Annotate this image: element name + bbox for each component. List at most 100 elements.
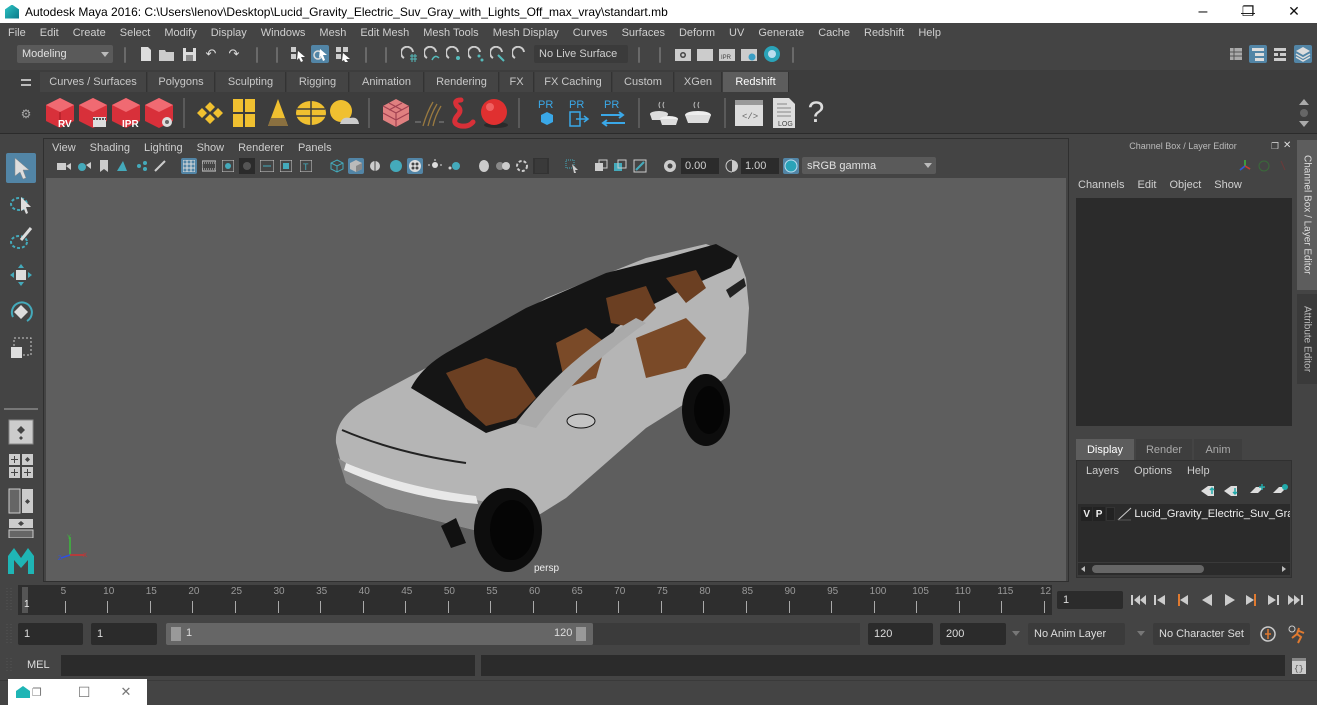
edit-menu[interactable]: Edit [1137,179,1156,191]
hypershade-icon[interactable] [763,45,781,63]
object-menu[interactable]: Object [1169,179,1201,191]
new-scene-icon[interactable] [137,45,155,63]
menu-create[interactable]: Create [73,27,106,39]
rs-script-editor-icon[interactable]: </> [733,96,765,130]
go-to-start-icon[interactable] [1131,595,1146,605]
minimize-icon[interactable]: – [1180,0,1226,23]
exposure-icon[interactable] [662,158,678,174]
four-view-layout-icon[interactable] [6,451,36,481]
snap-grid-icon[interactable] [400,45,418,63]
close-button[interactable]: ✕ [1271,0,1317,23]
rs-bake-icon[interactable] [648,96,680,130]
character-set-dropdown[interactable]: No Character Set [1153,623,1250,645]
playback-end-field[interactable]: 120 [868,623,933,645]
car-model[interactable] [46,178,1066,581]
step-forward-frame-icon[interactable] [1246,594,1256,606]
move-layer-up-icon[interactable] [1200,485,1218,497]
auto-key-icon[interactable] [1259,625,1277,643]
xray-joints-icon[interactable] [593,158,609,174]
menu-edit[interactable]: Edit [40,27,59,39]
backface-culling-icon[interactable] [632,158,648,174]
select-object-icon[interactable] [311,45,329,63]
channel-box-toggle-icon[interactable] [1294,45,1312,63]
menu-cache[interactable]: Cache [818,27,850,39]
rs-help-icon[interactable]: ? [800,96,832,130]
step-back-frame-icon[interactable] [1178,594,1188,606]
menu-mesh-display[interactable]: Mesh Display [493,27,559,39]
menu-edit-mesh[interactable]: Edit Mesh [360,27,409,39]
safe-title-icon[interactable]: T [298,158,314,174]
save-scene-icon[interactable] [180,45,198,63]
open-scene-icon[interactable] [158,45,176,63]
play-backward-icon[interactable] [1202,594,1212,606]
layer-playback-toggle[interactable]: P [1093,507,1105,521]
scroll-right-icon[interactable] [1282,566,1286,572]
persp-graph-layout-icon[interactable] [6,518,36,538]
rs-bake-set-icon[interactable] [682,96,714,130]
textured-icon[interactable] [388,158,404,174]
range-slider[interactable]: 1 120 [166,623,593,645]
lasso-tool-icon[interactable] [6,189,36,219]
field-chart-icon[interactable] [259,158,275,174]
film-gate-icon[interactable] [201,158,217,174]
float-panel-icon[interactable]: ❐ [1271,141,1281,151]
menu-display[interactable]: Display [211,27,247,39]
script-editor-icon[interactable]: {} [1291,657,1307,675]
time-slider[interactable]: 1 5 10 15 20 25 30 35 40 45 50 55 60 65 70 75 80 85 90 95 1… [18,585,1052,615]
ipr-render-icon[interactable]: IPR [718,45,736,63]
grease-pencil-icon[interactable] [152,158,168,174]
viewport-menu-lighting[interactable]: Lighting [144,142,183,154]
shelf-tab-animation[interactable]: Animation [350,72,424,92]
snap-curve-icon[interactable] [423,45,441,63]
menu-curves[interactable]: Curves [573,27,608,39]
rs-render-settings-icon[interactable] [143,96,175,130]
manipulator-icons[interactable] [1237,158,1291,174]
undo-icon[interactable]: ↶ [202,45,220,63]
menu-windows[interactable]: Windows [261,27,306,39]
menu-file[interactable]: File [8,27,26,39]
bookmark-icon[interactable] [96,158,112,174]
rs-render-view-icon[interactable]: RV [44,96,76,130]
paint-select-tool-icon[interactable] [6,224,36,254]
show-menu[interactable]: Show [1214,179,1242,191]
channel-list[interactable] [1076,198,1292,426]
resolution-gate-icon[interactable] [220,158,236,174]
layer-color-swatch[interactable] [1117,507,1132,521]
menu-generate[interactable]: Generate [758,27,804,39]
color-management-icon[interactable] [783,158,799,174]
command-line-handle[interactable] [4,656,14,674]
animation-start-field[interactable]: 1 [18,623,83,645]
xray-active-icon[interactable] [612,158,628,174]
snap-view-plane-icon[interactable] [467,45,485,63]
menu-surfaces[interactable]: Surfaces [622,27,665,39]
shelf-tab-rendering[interactable]: Rendering [425,72,499,92]
layer-name[interactable]: Lucid_Gravity_Electric_Suv_Gray [1134,508,1290,520]
grid-toggle-icon[interactable] [181,158,197,174]
layer-tab-anim[interactable]: Anim [1194,439,1242,460]
rs-pr-import-icon[interactable]: PR [562,96,594,130]
restore-button[interactable]: ❐ [32,686,42,699]
safe-action-icon[interactable] [278,158,294,174]
rs-pr-convert-icon[interactable]: PR [597,96,629,130]
command-input[interactable] [61,655,475,676]
menu-select[interactable]: Select [120,27,151,39]
animation-end-field[interactable]: 200 [940,623,1006,645]
live-surface-field[interactable]: No Live Surface [534,45,628,63]
go-to-end-icon[interactable] [1288,595,1303,605]
render-current-frame-icon[interactable] [696,45,714,63]
chevron-down-icon[interactable] [1012,631,1020,636]
render-view-icon[interactable] [674,45,692,63]
side-tab-channel-box[interactable]: Channel Box / Layer Editor [1297,140,1317,290]
anim-layer-dropdown[interactable]: No Anim Layer [1028,623,1125,645]
options-menu[interactable]: Options [1134,465,1172,477]
layer-display-type-toggle[interactable] [1105,507,1116,521]
attribute-editor-toggle-icon[interactable] [1249,45,1267,63]
layer-tab-render[interactable]: Render [1136,439,1192,460]
image-plane-icon[interactable] [114,158,130,174]
shelf-menu-icon[interactable] [18,74,34,92]
playback-start-field[interactable]: 1 [91,623,157,645]
use-all-lights-icon[interactable] [407,158,423,174]
viewport-menu-view[interactable]: View [52,142,76,154]
gate-mask-icon[interactable] [239,158,255,174]
range-end-handle[interactable] [576,627,586,641]
